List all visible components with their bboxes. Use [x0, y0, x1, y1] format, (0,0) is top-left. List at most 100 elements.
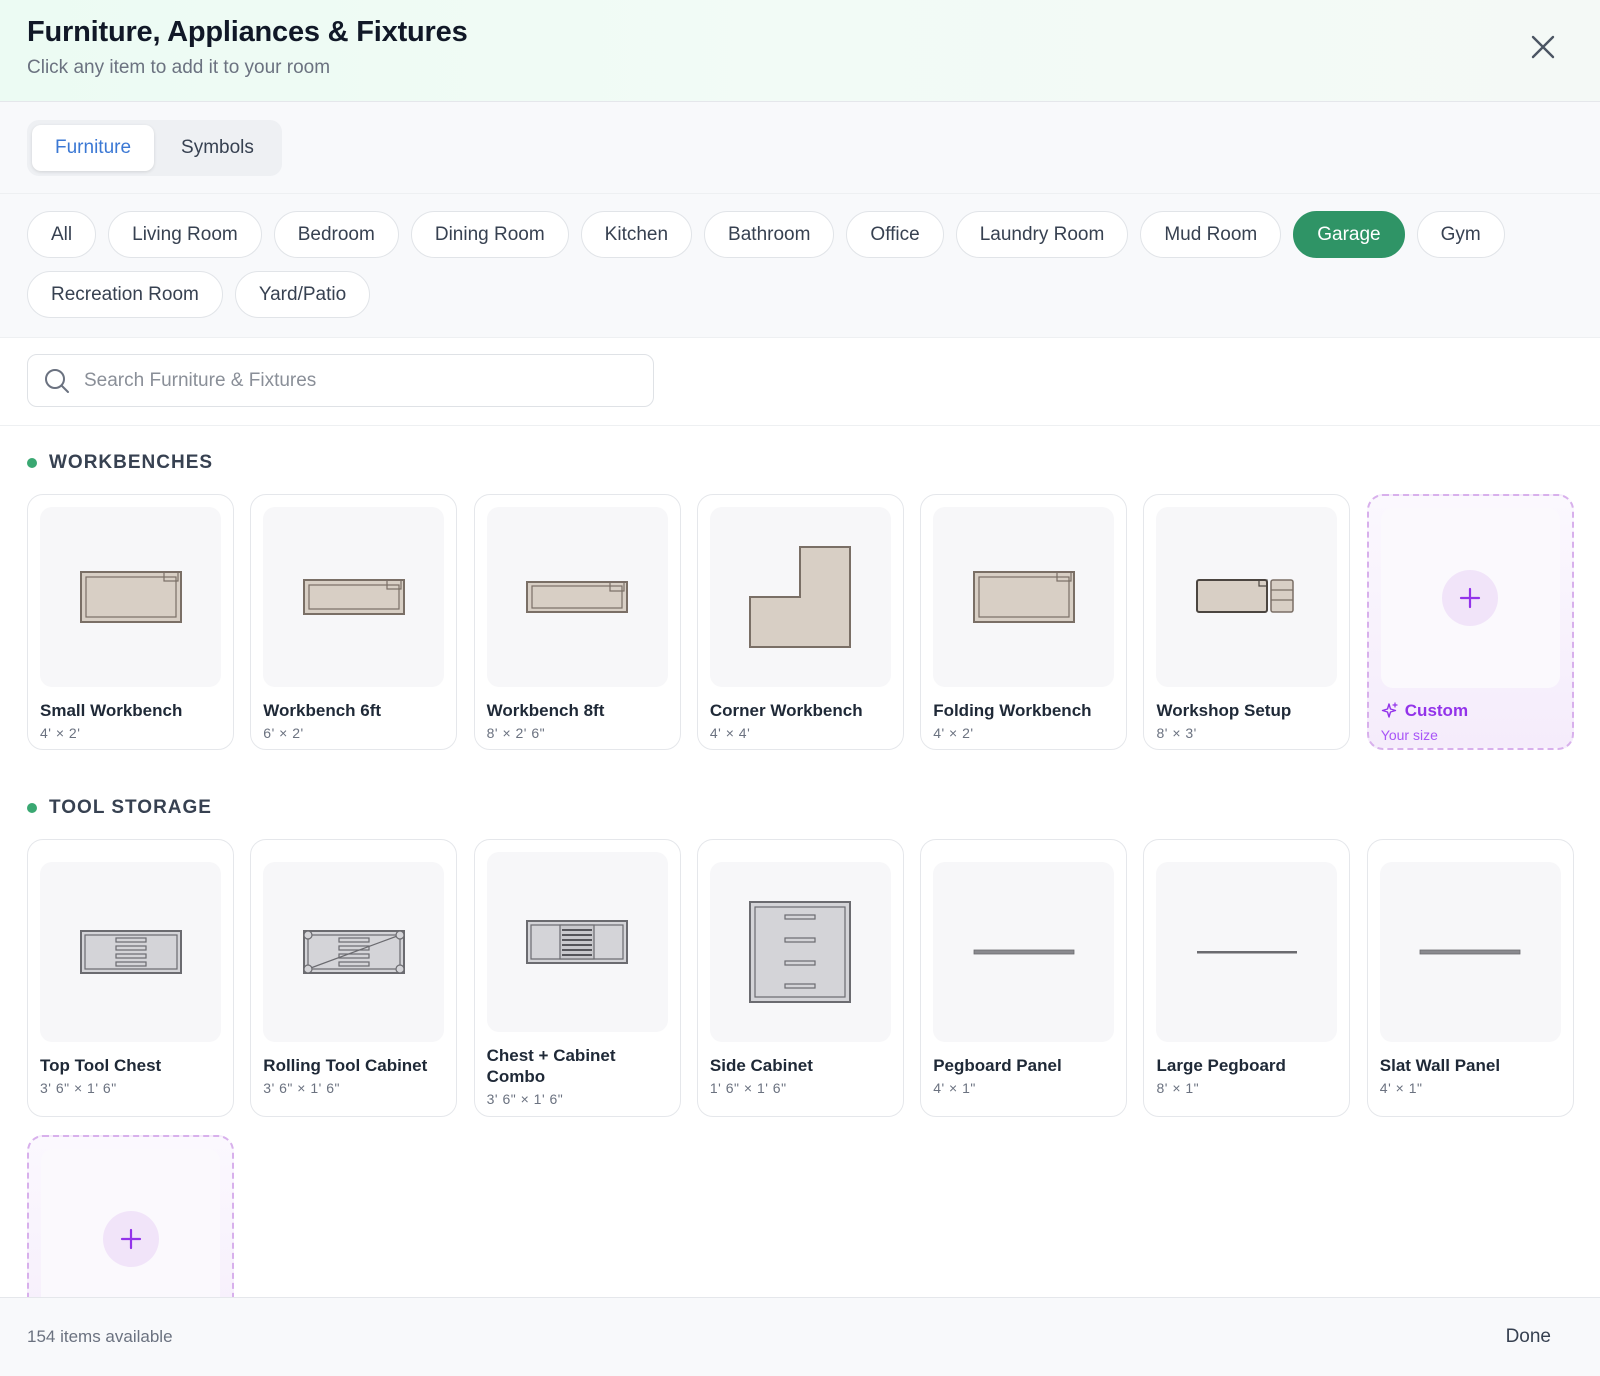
item-thumbnail [40, 862, 221, 1042]
workbenches-grid: Small Workbench 4' × 2' Workbench 6ft 6'… [27, 494, 1574, 750]
item-dimensions: 4' × 1" [1379, 1080, 1423, 1096]
item-card-rolling-tool-cabinet[interactable]: Rolling Tool Cabinet 3' 6" × 1' 6" [250, 839, 458, 1117]
chip-recreation-room[interactable]: Recreation Room [27, 271, 223, 318]
item-dimensions: 1' 6" × 1' 6" [709, 1080, 787, 1096]
item-name: Workbench 8ft [486, 701, 605, 720]
custom-label: Custom [1381, 701, 1560, 721]
mode-tabs: Furniture Symbols [27, 120, 282, 176]
pegboard-panel-icon [973, 949, 1075, 955]
corner-workbench-icon [749, 546, 852, 648]
item-dimensions: 4' × 2' [933, 725, 974, 741]
chip-living-room[interactable]: Living Room [108, 211, 262, 258]
item-thumbnail [486, 507, 668, 687]
item-thumbnail [41, 1149, 220, 1297]
catalog-content: WORKBENCHES Small Workbench 4' × 2' Work… [0, 424, 1600, 1297]
item-thumbnail [263, 507, 445, 687]
chip-yard-patio[interactable]: Yard/Patio [234, 271, 371, 318]
sparkle-icon [1381, 702, 1398, 718]
item-thumbnail [933, 862, 1115, 1042]
item-dimensions: 4' × 2' [40, 725, 81, 741]
search-bar [0, 338, 1600, 426]
item-name: Folding Workbench [933, 701, 1092, 720]
item-card-chest-cabinet-combo[interactable]: Chest + Cabinet Combo 3' 6" × 1' 6" [473, 839, 681, 1117]
plus-icon [120, 1228, 141, 1250]
item-name: Pegboard Panel [933, 1056, 1062, 1075]
search-icon [45, 368, 69, 393]
tab-furniture[interactable]: Furniture [32, 125, 155, 171]
item-thumbnail [709, 862, 891, 1042]
tab-symbols[interactable]: Symbols [158, 125, 277, 171]
item-name: Rolling Tool Cabinet [263, 1056, 428, 1075]
item-name: Small Workbench [40, 701, 183, 720]
item-name: Corner Workbench [709, 701, 863, 720]
item-dimensions: 6' × 2' [263, 725, 304, 741]
chip-laundry-room[interactable]: Laundry Room [955, 211, 1129, 258]
item-dimensions: 4' × 1" [933, 1080, 976, 1096]
chip-dining-room[interactable]: Dining Room [410, 211, 569, 258]
item-card-corner-workbench[interactable]: Corner Workbench 4' × 4' [696, 494, 904, 750]
item-card-large-pegboard[interactable]: Large Pegboard 8' × 1" [1143, 839, 1351, 1117]
item-card-workbench-6ft[interactable]: Workbench 6ft 6' × 2' [250, 494, 458, 750]
custom-item-card[interactable] [27, 1135, 234, 1297]
tabs-bar: Furniture Symbols [0, 102, 1600, 194]
item-name: Workshop Setup [1156, 701, 1292, 720]
slat-wall-panel-icon [1419, 949, 1521, 955]
chip-garage[interactable]: Garage [1293, 211, 1405, 258]
chest-cabinet-combo-icon [526, 920, 629, 964]
add-custom-button[interactable] [102, 1211, 159, 1267]
custom-item-card[interactable]: Custom Your size [1366, 494, 1574, 750]
items-count: 154 items available [27, 1327, 173, 1346]
chip-kitchen[interactable]: Kitchen [580, 211, 693, 258]
chip-office[interactable]: Office [846, 211, 944, 258]
custom-name: Custom [1404, 701, 1469, 720]
item-card-workbench-8ft[interactable]: Workbench 8ft 8' × 2' 6" [473, 494, 681, 750]
item-name: Slat Wall Panel [1379, 1056, 1501, 1075]
workshop-setup-icon [1195, 579, 1294, 613]
chip-mud-room[interactable]: Mud Room [1140, 211, 1282, 258]
chip-bathroom[interactable]: Bathroom [704, 211, 835, 258]
close-button[interactable] [1526, 30, 1560, 64]
item-card-pegboard-panel[interactable]: Pegboard Panel 4' × 1" [920, 839, 1128, 1117]
item-card-folding-workbench[interactable]: Folding Workbench 4' × 2' [920, 494, 1128, 750]
folding-workbench-icon [972, 571, 1075, 623]
plus-icon [1460, 587, 1481, 609]
workbench-8ft-icon [526, 581, 629, 613]
rolling-tool-cabinet-icon [302, 930, 405, 974]
done-button[interactable]: Done [1484, 1318, 1573, 1356]
item-name: Top Tool Chest [40, 1056, 162, 1075]
section-dot [27, 458, 37, 468]
item-card-side-cabinet[interactable]: Side Cabinet 1' 6" × 1' 6" [696, 839, 904, 1117]
chip-bedroom[interactable]: Bedroom [273, 211, 399, 258]
add-custom-button[interactable] [1442, 570, 1499, 626]
item-thumbnail [486, 852, 668, 1032]
item-dimensions: 3' 6" × 1' 6" [263, 1080, 340, 1096]
item-dimensions: 4' × 4' [709, 725, 751, 741]
item-card-slat-wall-panel[interactable]: Slat Wall Panel 4' × 1" [1366, 839, 1574, 1117]
large-pegboard-icon [1196, 951, 1297, 954]
top-tool-chest-icon [79, 930, 182, 974]
item-name: Side Cabinet [709, 1056, 813, 1075]
item-thumbnail [933, 507, 1115, 687]
item-thumbnail [40, 507, 221, 687]
tool-storage-grid: Top Tool Chest 3' 6" × 1' 6" Rolling Too… [27, 839, 1574, 1297]
small-workbench-icon [79, 571, 182, 623]
search-box [27, 354, 654, 407]
chip-all[interactable]: All [27, 211, 97, 258]
item-card-workshop-setup[interactable]: Workshop Setup 8' × 3' [1143, 494, 1351, 750]
item-card-small-workbench[interactable]: Small Workbench 4' × 2' [27, 494, 234, 750]
item-name: Large Pegboard [1156, 1056, 1286, 1075]
search-input[interactable] [84, 369, 637, 392]
item-thumbnail [709, 507, 891, 687]
item-thumbnail [1156, 862, 1338, 1042]
section-header-tool-storage: TOOL STORAGE [27, 797, 1573, 819]
dialog-title: Furniture, Appliances & Fixtures [27, 16, 468, 48]
workbench-6ft-icon [302, 579, 405, 615]
dialog-header: Furniture, Appliances & Fixtures Click a… [0, 0, 1600, 102]
item-dimensions: 3' 6" × 1' 6" [40, 1080, 117, 1096]
item-dimensions: 8' × 3' [1156, 725, 1197, 741]
item-thumbnail [1380, 508, 1560, 688]
section-header-workbenches: WORKBENCHES [27, 452, 1573, 474]
item-card-top-tool-chest[interactable]: Top Tool Chest 3' 6" × 1' 6" [27, 839, 234, 1117]
chip-gym[interactable]: Gym [1416, 211, 1505, 258]
category-filter: All Living Room Bedroom Dining Room Kitc… [0, 194, 1600, 338]
